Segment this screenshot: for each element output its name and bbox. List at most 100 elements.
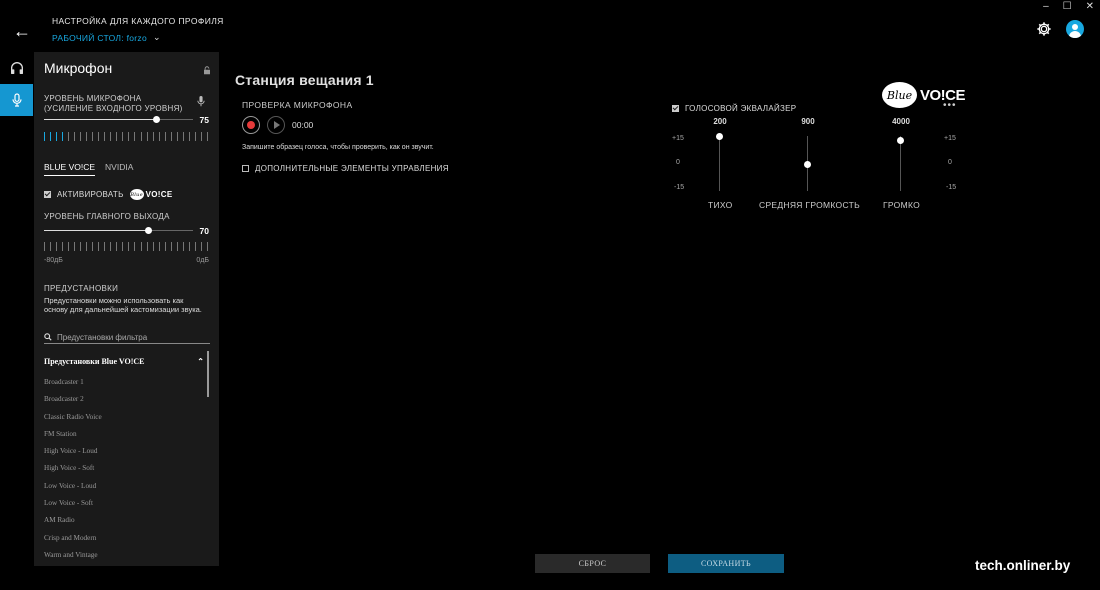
eq-scale-label: -15: [674, 184, 685, 191]
eq-freq-label: 200: [713, 117, 727, 126]
preset-item[interactable]: Low Voice - Soft: [44, 495, 204, 512]
minimize-button[interactable]: –: [1043, 1, 1049, 12]
output-level-slider[interactable]: [44, 225, 193, 237]
rail-item-headphones[interactable]: [0, 52, 33, 84]
meter-tick: [62, 132, 64, 141]
meter-tick: [146, 242, 148, 251]
eq-band-4000[interactable]: [896, 136, 906, 191]
mic-check-label: ПРОВЕРКА МИКРОФОНА: [242, 100, 353, 110]
chevron-up-icon: ⌃: [197, 357, 204, 366]
tab-blue-voice[interactable]: BLUE VO!CE: [44, 162, 96, 176]
meter-tick: [146, 132, 148, 141]
meter-tick: [140, 242, 142, 251]
preset-list: Broadcaster 1 Broadcaster 2 Classic Radio …: [44, 374, 204, 564]
meter-tick: [170, 242, 172, 251]
meter-tick: [98, 132, 100, 141]
profile-title: НАСТРОЙКА ДЛЯ КАЖДОГО ПРОФИЛЯ: [52, 16, 224, 26]
meter-tick: [170, 132, 172, 141]
preset-item[interactable]: Broadcaster 2: [44, 391, 204, 408]
preset-group-header[interactable]: Предустановки Blue VO!CE ⌃: [44, 357, 204, 366]
preset-item[interactable]: Crisp and Modern: [44, 530, 204, 547]
preset-item[interactable]: High Voice - Soft: [44, 460, 204, 477]
meter-tick: [110, 132, 112, 141]
tab-nvidia[interactable]: NVIDIA: [105, 162, 133, 176]
preset-item[interactable]: Broadcaster 1: [44, 374, 204, 391]
meter-tick: [92, 132, 94, 141]
meter-tick: [50, 132, 52, 141]
eq-toggle-row: ГОЛОСОВОЙ ЭКВАЛАЙЗЕР: [672, 104, 796, 113]
meter-tick: [158, 132, 160, 141]
meter-tick: [134, 132, 136, 141]
preset-item[interactable]: AM Radio: [44, 512, 204, 529]
lock-icon[interactable]: [203, 66, 211, 75]
preset-item[interactable]: FM Station: [44, 426, 204, 443]
activate-label: АКТИВИРОВАТЬ: [57, 190, 124, 199]
record-hint: Запишите образец голоса, чтобы проверить…: [242, 144, 434, 151]
microphone-icon: [197, 96, 205, 107]
db-max-label: 0дБ: [196, 257, 209, 264]
db-min-label: -80дБ: [44, 257, 63, 264]
avatar[interactable]: [1066, 20, 1084, 38]
meter-tick: [62, 242, 64, 251]
blue-voice-logo: Blue VO!CE: [129, 189, 173, 200]
meter-tick: [176, 242, 178, 251]
output-level-value: 70: [199, 226, 209, 236]
profile-value: РАБОЧИЙ СТОЛ: forzo: [52, 32, 148, 43]
meter-tick: [44, 132, 45, 141]
eq-zone-loud: ГРОМКО: [883, 200, 921, 210]
advanced-controls-checkbox[interactable]: [242, 165, 249, 172]
preset-filter: [44, 331, 210, 344]
eq-band-900[interactable]: [803, 136, 813, 191]
preset-item[interactable]: Warm and Vintage: [44, 547, 204, 564]
record-icon: [247, 121, 255, 129]
preset-item[interactable]: Classic Radio Voice: [44, 409, 204, 426]
meter-tick: [86, 242, 88, 251]
meter-tick: [50, 242, 52, 251]
save-button[interactable]: СОХРАНИТЬ: [668, 554, 784, 573]
meter-tick: [182, 242, 184, 251]
preset-item[interactable]: Low Voice - Loud: [44, 478, 204, 495]
mic-level-slider[interactable]: [44, 114, 193, 126]
back-button[interactable]: ←: [10, 20, 34, 42]
meter-tick: [176, 132, 178, 141]
search-icon: [44, 333, 52, 341]
record-button[interactable]: [242, 116, 260, 134]
window-controls: – ☐ ✕: [1043, 0, 1094, 12]
meter-tick: [116, 242, 118, 251]
output-level-meter: [44, 242, 208, 251]
presets-heading: ПРЕДУСТАНОВКИ: [44, 284, 119, 293]
eq-band-200[interactable]: [715, 133, 725, 191]
eq-scale-label: -15: [946, 184, 957, 191]
mic-level-meter: [44, 132, 208, 141]
eq-freq-label: 4000: [892, 117, 910, 126]
activate-checkbox[interactable]: [44, 191, 51, 198]
meter-tick: [56, 242, 58, 251]
maximize-button[interactable]: ☐: [1063, 1, 1072, 12]
side-rail: [0, 52, 33, 116]
more-options-button[interactable]: •••: [943, 100, 957, 111]
chevron-down-icon: ⌄: [153, 32, 161, 42]
meter-tick: [128, 242, 130, 251]
preset-filter-input[interactable]: [57, 332, 197, 342]
play-button[interactable]: [267, 116, 285, 134]
reset-button[interactable]: СБРОС: [535, 554, 650, 573]
preset-item[interactable]: High Voice - Loud: [44, 443, 204, 460]
meter-tick: [68, 132, 70, 141]
rail-item-microphone[interactable]: [0, 84, 33, 116]
gear-icon[interactable]: [1036, 21, 1052, 37]
meter-tick: [206, 132, 208, 141]
meter-tick: [128, 132, 130, 141]
preset-scrollbar[interactable]: [207, 351, 209, 397]
presets-description: Предустановки можно использовать как осн…: [44, 296, 202, 314]
meter-tick: [122, 242, 124, 251]
output-level-label: УРОВЕНЬ ГЛАВНОГО ВЫХОДА: [44, 212, 170, 221]
eq-zone-medium: СРЕДНЯЯ ГРОМКОСТЬ: [759, 200, 860, 210]
watermark: tech.onliner.by: [975, 558, 1071, 573]
profile-selector[interactable]: РАБОЧИЙ СТОЛ: forzo ⌄: [52, 32, 161, 43]
advanced-controls-row: ДОПОЛНИТЕЛЬНЫЕ ЭЛЕМЕНТЫ УПРАВЛЕНИЯ: [242, 164, 449, 173]
preset-group-label: Предустановки Blue VO!CE: [44, 357, 145, 366]
record-timer: 00:00: [292, 120, 314, 130]
meter-tick: [200, 242, 202, 251]
close-button[interactable]: ✕: [1086, 1, 1094, 12]
eq-checkbox[interactable]: [672, 105, 679, 112]
